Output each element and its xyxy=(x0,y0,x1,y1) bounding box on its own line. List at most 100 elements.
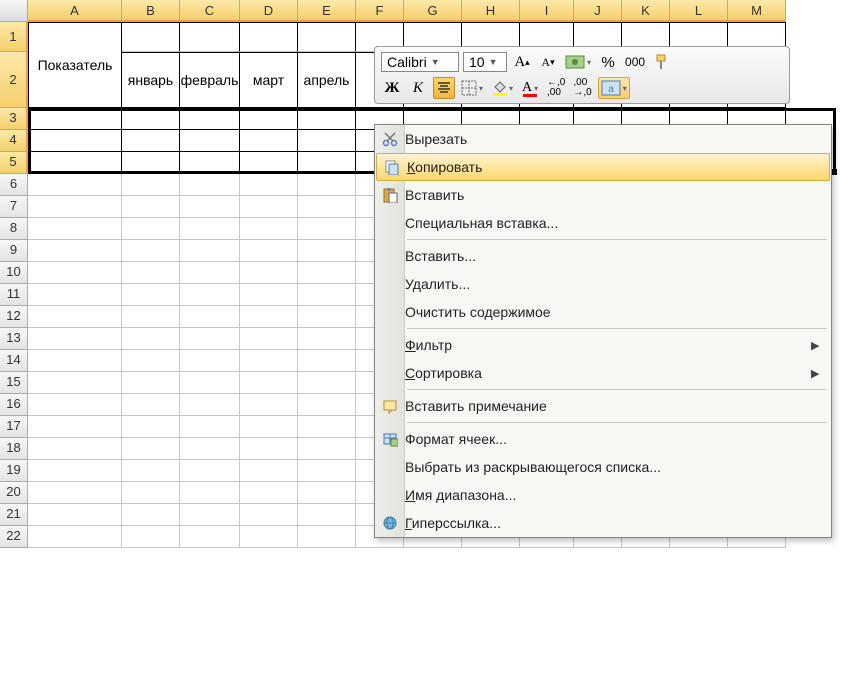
cell-A14[interactable] xyxy=(28,350,122,372)
cell-E14[interactable] xyxy=(298,350,356,372)
row-header-5[interactable]: 5 xyxy=(0,152,28,174)
cell-B14[interactable] xyxy=(122,350,180,372)
cell-D16[interactable] xyxy=(240,394,298,416)
col-header-L[interactable]: L xyxy=(670,0,728,22)
row-header-8[interactable]: 8 xyxy=(0,218,28,240)
cell-A1-A2[interactable]: Показатель xyxy=(28,22,122,108)
col-header-M[interactable]: M xyxy=(728,0,786,22)
cell-D19[interactable] xyxy=(240,460,298,482)
col-header-F[interactable]: F xyxy=(356,0,404,22)
cm-delete[interactable]: Удалить... xyxy=(375,270,831,298)
cell-E21[interactable] xyxy=(298,504,356,526)
row-header-12[interactable]: 12 xyxy=(0,306,28,328)
font-name-combo[interactable]: Calibri ▼ xyxy=(381,52,459,72)
cell-E16[interactable] xyxy=(298,394,356,416)
cell-C5[interactable] xyxy=(180,152,240,174)
cell-A20[interactable] xyxy=(28,482,122,504)
col-header-D[interactable]: D xyxy=(240,0,298,22)
row-header-2[interactable]: 2 xyxy=(0,52,28,108)
cell-D14[interactable] xyxy=(240,350,298,372)
cell-A15[interactable] xyxy=(28,372,122,394)
cell-C17[interactable] xyxy=(180,416,240,438)
cell-C7[interactable] xyxy=(180,196,240,218)
cell-D7[interactable] xyxy=(240,196,298,218)
cell-D1[interactable] xyxy=(240,22,298,52)
select-all-corner[interactable] xyxy=(0,0,28,22)
cell-C15[interactable] xyxy=(180,372,240,394)
cell-D17[interactable] xyxy=(240,416,298,438)
cell-E4[interactable] xyxy=(298,130,356,152)
cell-C20[interactable] xyxy=(180,482,240,504)
col-header-C[interactable]: C xyxy=(180,0,240,22)
col-header-J[interactable]: J xyxy=(574,0,622,22)
cell-C14[interactable] xyxy=(180,350,240,372)
cell-E7[interactable] xyxy=(298,196,356,218)
cell-B18[interactable] xyxy=(122,438,180,460)
cell-D13[interactable] xyxy=(240,328,298,350)
row-header-9[interactable]: 9 xyxy=(0,240,28,262)
accounting-format-button[interactable]: ▾ xyxy=(563,51,593,73)
cell-C10[interactable] xyxy=(180,262,240,284)
cell-B16[interactable] xyxy=(122,394,180,416)
cell-D6[interactable] xyxy=(240,174,298,196)
col-header-H[interactable]: H xyxy=(462,0,520,22)
col-header-B[interactable]: B xyxy=(122,0,180,22)
col-header-E[interactable]: E xyxy=(298,0,356,22)
cell-C21[interactable] xyxy=(180,504,240,526)
cell-B15[interactable] xyxy=(122,372,180,394)
cell-B2[interactable]: январь xyxy=(122,52,180,108)
cell-B5[interactable] xyxy=(122,152,180,174)
increase-decimal-button[interactable]: ←,0,00 xyxy=(545,77,567,99)
cell-B6[interactable] xyxy=(122,174,180,196)
cm-clear[interactable]: Очистить содержимое xyxy=(375,298,831,326)
cell-C9[interactable] xyxy=(180,240,240,262)
col-header-I[interactable]: I xyxy=(520,0,574,22)
cell-C3[interactable] xyxy=(180,108,240,130)
cell-D15[interactable] xyxy=(240,372,298,394)
merge-center-button[interactable]: a ▾ xyxy=(598,77,630,99)
row-header-14[interactable]: 14 xyxy=(0,350,28,372)
cell-D12[interactable] xyxy=(240,306,298,328)
cell-A5[interactable] xyxy=(28,152,122,174)
cell-A17[interactable] xyxy=(28,416,122,438)
row-header-19[interactable]: 19 xyxy=(0,460,28,482)
cell-A6[interactable] xyxy=(28,174,122,196)
fill-color-button[interactable]: ▾ xyxy=(489,77,515,99)
cm-insert[interactable]: Вставить... xyxy=(375,242,831,270)
center-align-button[interactable] xyxy=(433,77,455,99)
thousands-button[interactable]: 000 xyxy=(623,51,647,73)
row-header-3[interactable]: 3 xyxy=(0,108,28,130)
cell-D5[interactable] xyxy=(240,152,298,174)
cell-B21[interactable] xyxy=(122,504,180,526)
row-header-1[interactable]: 1 xyxy=(0,22,28,52)
cm-copy[interactable]: Копировать xyxy=(376,153,830,181)
decrease-decimal-button[interactable]: ,00→,0 xyxy=(571,77,593,99)
borders-button[interactable]: ▾ xyxy=(459,77,485,99)
row-header-15[interactable]: 15 xyxy=(0,372,28,394)
cm-filter[interactable]: Фильтр ▶ xyxy=(375,331,831,359)
cell-A19[interactable] xyxy=(28,460,122,482)
cell-D9[interactable] xyxy=(240,240,298,262)
row-header-4[interactable]: 4 xyxy=(0,130,28,152)
cell-B17[interactable] xyxy=(122,416,180,438)
cell-E5[interactable] xyxy=(298,152,356,174)
cell-A3[interactable] xyxy=(28,108,122,130)
cell-B3[interactable] xyxy=(122,108,180,130)
cell-D21[interactable] xyxy=(240,504,298,526)
cell-B10[interactable] xyxy=(122,262,180,284)
cell-C13[interactable] xyxy=(180,328,240,350)
cell-D8[interactable] xyxy=(240,218,298,240)
cell-D20[interactable] xyxy=(240,482,298,504)
cell-A9[interactable] xyxy=(28,240,122,262)
cell-C11[interactable] xyxy=(180,284,240,306)
cell-E18[interactable] xyxy=(298,438,356,460)
col-header-G[interactable]: G xyxy=(404,0,462,22)
cell-D10[interactable] xyxy=(240,262,298,284)
cell-D3[interactable] xyxy=(240,108,298,130)
cell-C19[interactable] xyxy=(180,460,240,482)
cell-A16[interactable] xyxy=(28,394,122,416)
cell-E8[interactable] xyxy=(298,218,356,240)
cell-A21[interactable] xyxy=(28,504,122,526)
row-header-22[interactable]: 22 xyxy=(0,526,28,548)
cell-D11[interactable] xyxy=(240,284,298,306)
